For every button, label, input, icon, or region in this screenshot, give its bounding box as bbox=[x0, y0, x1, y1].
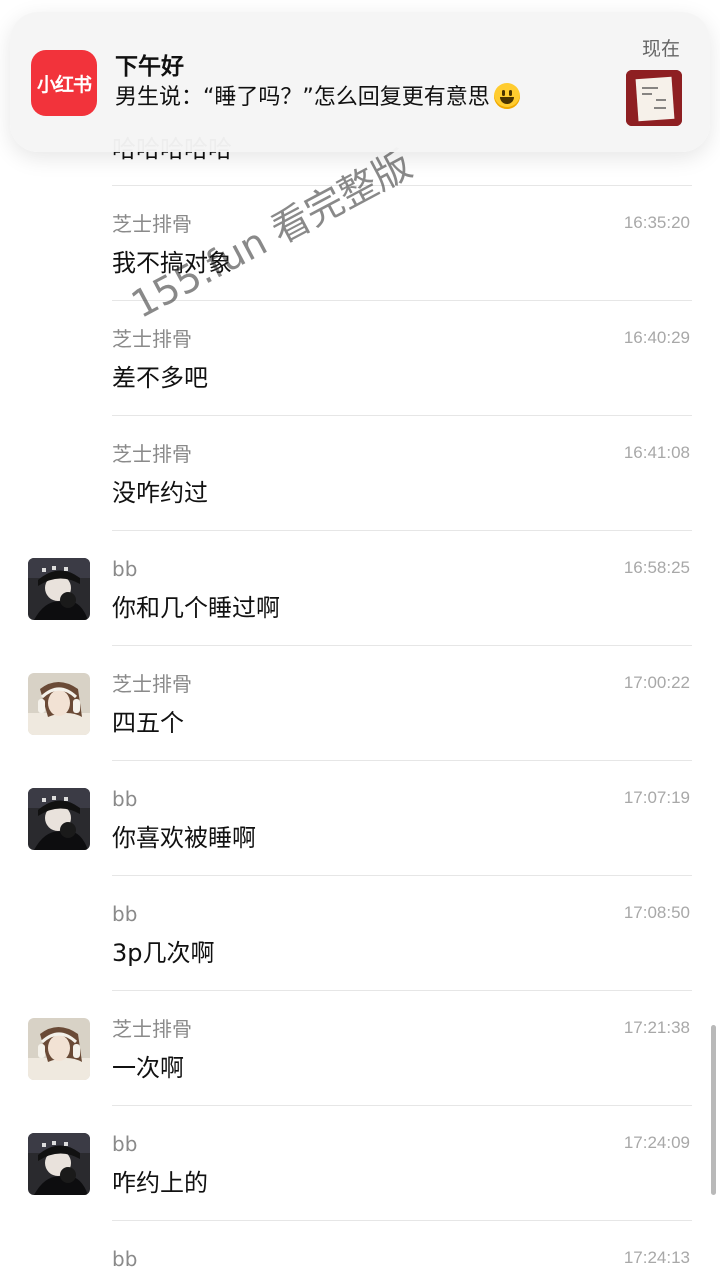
grinning-face-emoji-icon bbox=[493, 83, 520, 109]
notification-time: 现在 bbox=[641, 38, 680, 60]
message-row[interactable]: 芝士排骨 16:35:20 我不搞对象 bbox=[0, 186, 720, 301]
message-row[interactable]: 芝士排骨 17:21:38 一次啊 bbox=[0, 991, 720, 1106]
scrollbar[interactable] bbox=[711, 1025, 716, 1195]
notification-body: 男生说：“睡了吗？”怎么回复更有意思 bbox=[115, 85, 490, 110]
sender-name: 芝士排骨 bbox=[112, 327, 192, 351]
message-time: 17:21:38 bbox=[623, 1018, 690, 1037]
message-time: 16:58:25 bbox=[623, 558, 690, 577]
message-time: 17:00:22 bbox=[623, 673, 690, 692]
message-list[interactable]: 哈哈哈哈哈 芝士排骨 16:35:20 我不搞对象 芝士排骨 16:40:29 … bbox=[0, 0, 720, 1280]
sender-name: bb bbox=[112, 1247, 138, 1271]
avatar[interactable] bbox=[28, 1018, 90, 1080]
sender-name: bb bbox=[112, 1132, 138, 1156]
sender-name: 芝士排骨 bbox=[112, 212, 192, 236]
message-time: 17:24:13 bbox=[623, 1248, 690, 1267]
sender-name: bb bbox=[112, 557, 138, 581]
chat-screen: 哈哈哈哈哈 芝士排骨 16:35:20 我不搞对象 芝士排骨 16:40:29 … bbox=[0, 0, 720, 1280]
message-text: 差不多吧 bbox=[112, 364, 208, 392]
sender-name: 芝士排骨 bbox=[112, 1017, 192, 1041]
message-row[interactable]: 芝士排骨 16:41:08 没咋约过 bbox=[0, 416, 720, 531]
message-text: 我不搞对象 bbox=[112, 249, 232, 277]
message-time: 16:35:20 bbox=[623, 213, 690, 232]
message-time: 17:07:19 bbox=[623, 788, 690, 807]
message-text: 没咋约过 bbox=[112, 479, 208, 507]
avatar[interactable] bbox=[28, 673, 90, 735]
xiaohongshu-app-icon: 小红书 bbox=[31, 50, 97, 116]
message-text: 3p几次啊 bbox=[112, 939, 215, 967]
message-row[interactable]: bb 17:07:19 你喜欢被睡啊 bbox=[0, 761, 720, 876]
notification-title: 下午好 bbox=[115, 54, 184, 80]
sender-name: 芝士排骨 bbox=[112, 672, 192, 696]
notification-body-row: 男生说：“睡了吗？”怎么回复更有意思 bbox=[115, 83, 520, 113]
sender-name: bb bbox=[112, 787, 138, 811]
message-text: 一次啊 bbox=[112, 1054, 184, 1082]
message-time: 16:41:08 bbox=[623, 443, 690, 462]
message-row[interactable]: bb 17:24:13 bbox=[0, 1221, 720, 1280]
message-text: 咋约上的 bbox=[112, 1169, 208, 1197]
message-text: 你喜欢被睡啊 bbox=[112, 824, 256, 852]
avatar[interactable] bbox=[28, 788, 90, 850]
message-row[interactable]: bb 17:24:09 咋约上的 bbox=[0, 1106, 720, 1221]
message-row[interactable]: 芝士排骨 16:40:29 差不多吧 bbox=[0, 301, 720, 416]
message-row[interactable]: 芝士排骨 17:00:22 四五个 bbox=[0, 646, 720, 761]
message-time: 17:08:50 bbox=[623, 903, 690, 922]
avatar[interactable] bbox=[28, 1133, 90, 1195]
message-text: 你和几个睡过啊 bbox=[112, 594, 280, 622]
message-row[interactable]: bb 16:58:25 你和几个睡过啊 bbox=[0, 531, 720, 646]
notification-banner[interactable]: 小红书 下午好 男生说：“睡了吗？”怎么回复更有意思 现在 bbox=[10, 12, 710, 152]
avatar[interactable] bbox=[28, 558, 90, 620]
message-row[interactable]: bb 17:08:50 3p几次啊 bbox=[0, 876, 720, 991]
sender-name: 芝士排骨 bbox=[112, 442, 192, 466]
sender-name: bb bbox=[112, 902, 138, 926]
message-time: 16:40:29 bbox=[623, 328, 690, 347]
notification-thumbnail bbox=[626, 70, 682, 126]
message-text: 四五个 bbox=[112, 709, 184, 737]
message-time: 17:24:09 bbox=[623, 1133, 690, 1152]
